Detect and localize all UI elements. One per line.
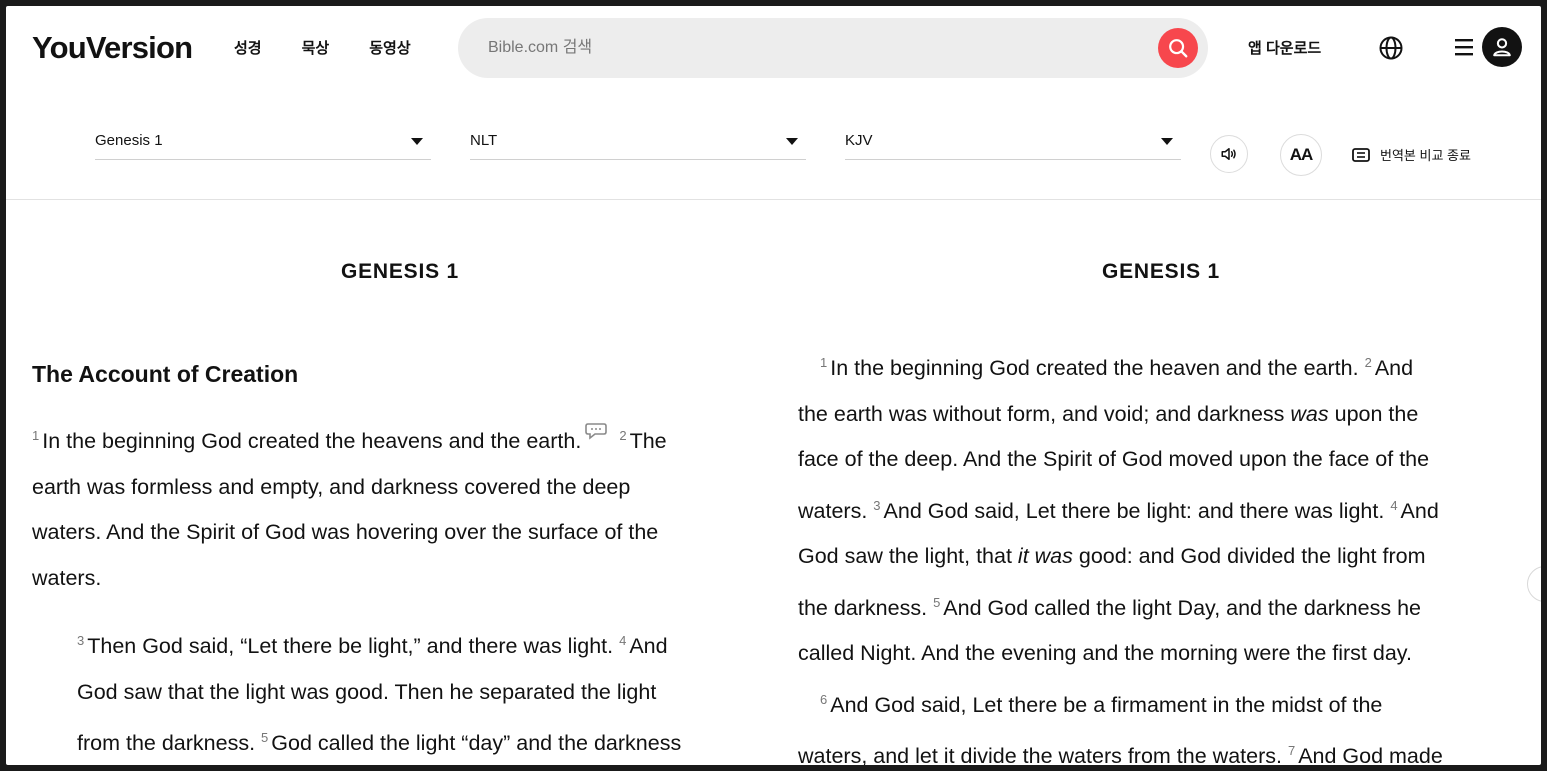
comment-icon[interactable] [585,422,608,440]
chevron-down-icon [786,138,798,145]
italic-word[interactable]: was [1290,402,1328,426]
verse-line[interactable]: God saw that the light was good. Then he… [77,670,777,716]
search-button[interactable] [1158,28,1198,68]
compare-icon [1352,147,1370,162]
search-icon [1169,39,1188,58]
verse-text[interactable]: And God said, Let there be a firmament i… [830,693,1382,717]
chapter-selector[interactable]: Genesis 1 [95,126,431,160]
verse-text[interactable]: the darkness. [798,596,927,620]
verse-line: the darkness. 5 And God called the light … [798,580,1541,632]
verse-number[interactable]: 4 [1390,498,1397,513]
verse-line: the earth was without form, and void; an… [798,392,1541,438]
verse-text[interactable]: The [630,429,667,453]
section-heading: The Account of Creation [32,361,299,387]
verse-text[interactable]: the earth was without form, and void; an… [798,402,1284,426]
version-left-value: NLT [470,132,498,149]
verse-text[interactable]: In the beginning God created the heavens… [42,429,581,453]
verse-text[interactable]: upon the [1335,402,1419,426]
verse-line: waters. 3 And God said, Let there be ligh… [798,483,1541,535]
verse-text[interactable]: God called the light “day” and the darkn… [271,731,681,755]
reader-toolbar: Genesis 1 NLT KJV AA 번역본 비교 종료 [6,106,1541,200]
search-bar [458,18,1208,78]
verse-line: from the darkness. 5 God called the light… [77,715,777,765]
verse-text[interactable]: And God called the light Day, and the da… [943,596,1421,620]
exit-compare-label: 번역본 비교 종료 [1380,148,1471,163]
youversion-logo[interactable]: YouVersion [32,30,193,66]
nav-link-plans[interactable]: 묵상 [302,37,330,58]
right-reader-column: GENESIS 1 1 In the beginning God created … [798,200,1538,765]
menu-icon[interactable] [1455,37,1477,57]
verse-text[interactable]: from the darkness. [77,731,255,755]
globe-icon[interactable] [1378,35,1404,61]
font-size-button[interactable]: AA [1280,134,1322,176]
verse-number[interactable]: 4 [619,633,626,648]
left-reader-column: GENESIS 1 The Account of Creation 1 In th… [32,200,762,765]
verse-text[interactable]: Then God said, “Let there be light,” and… [87,634,613,658]
chapter-title-right: GENESIS 1 [1101,260,1221,283]
search-input[interactable] [488,36,1108,60]
chevron-down-icon [411,138,423,145]
speaker-icon [1221,148,1236,160]
verse-number[interactable]: 3 [873,498,880,513]
verse-text[interactable]: And [1401,499,1439,523]
kjv-paragraph-1: 1 In the beginning God created the heaven… [798,340,1541,765]
verse-line: 6 And God said, Let there be a firmament … [798,677,1541,729]
verse-number[interactable]: 2 [1365,355,1372,370]
verse-number[interactable]: 3 [77,633,84,648]
verse-line: 3 Then God said, “Let there be light,” an… [77,618,777,670]
verse-line: 1 In the beginning God created the heaven… [32,413,772,465]
verse-text[interactable]: In the beginning God created the heaven … [830,356,1358,380]
verse-number[interactable]: 1 [820,355,827,370]
verse-line: waters, and let it divide the waters fro… [798,728,1541,765]
user-avatar[interactable] [1482,27,1522,67]
top-navigation: YouVersion 성경 묵상 동영상 앱 다운로드 [6,6,1541,92]
verse-text[interactable]: good: and God divided the light from [1079,544,1426,568]
app-download-link[interactable]: 앱 다운로드 [1248,37,1321,58]
verse-line[interactable]: waters. [32,556,772,602]
verse-text[interactable]: And God made [1298,744,1443,765]
verse-number[interactable]: 7 [1288,743,1295,758]
verse-line: 1 In the beginning God created the heaven… [798,340,1541,392]
chapter-selector-value: Genesis 1 [95,132,163,149]
version-selector-right[interactable]: KJV [845,126,1181,160]
verse-text[interactable]: waters. [798,499,867,523]
chevron-down-icon [1161,138,1173,145]
verse-text[interactable]: And [629,634,667,658]
verse-text[interactable]: God saw the light, that [798,544,1012,568]
user-icon [1493,38,1511,57]
font-size-label: AA [1289,145,1314,164]
paragraph-1: 1 In the beginning God created the heaven… [32,413,772,601]
verse-line[interactable]: earth was formless and empty, and darkne… [32,465,772,511]
version-right-value: KJV [845,132,873,149]
verse-text[interactable]: And God said, Let there be light: and th… [884,499,1385,523]
version-selector-left[interactable]: NLT [470,126,806,160]
chapter-title-left: GENESIS 1 [340,260,460,283]
nav-link-bible[interactable]: 성경 [234,37,262,58]
verse-text[interactable]: waters, and let it divide the waters fro… [798,744,1282,765]
verse-line[interactable]: waters. And the Spirit of God was hoveri… [32,510,772,556]
page-frame: YouVersion 성경 묵상 동영상 앱 다운로드 [6,6,1541,765]
verse-line: God saw the light, that it was good: and… [798,534,1541,580]
verse-number[interactable]: 6 [820,692,827,707]
verse-line[interactable]: face of the deep. And the Spirit of God … [798,437,1541,483]
nav-links: 성경 묵상 동영상 [234,37,451,58]
verse-text[interactable]: And [1375,356,1413,380]
nav-link-videos[interactable]: 동영상 [369,37,410,58]
verse-number[interactable]: 5 [933,595,940,610]
verse-number[interactable]: 5 [261,730,268,745]
audio-button[interactable] [1210,135,1248,173]
italic-word[interactable]: it was [1018,544,1073,568]
exit-compare-button[interactable]: 번역본 비교 종료 [1352,145,1471,164]
verse-line[interactable]: called Night. And the evening and the mo… [798,631,1541,677]
verse-number[interactable]: 1 [32,428,39,443]
paragraph-2: 3 Then God said, “Let there be light,” an… [77,618,777,765]
verse-number[interactable]: 2 [619,428,626,443]
